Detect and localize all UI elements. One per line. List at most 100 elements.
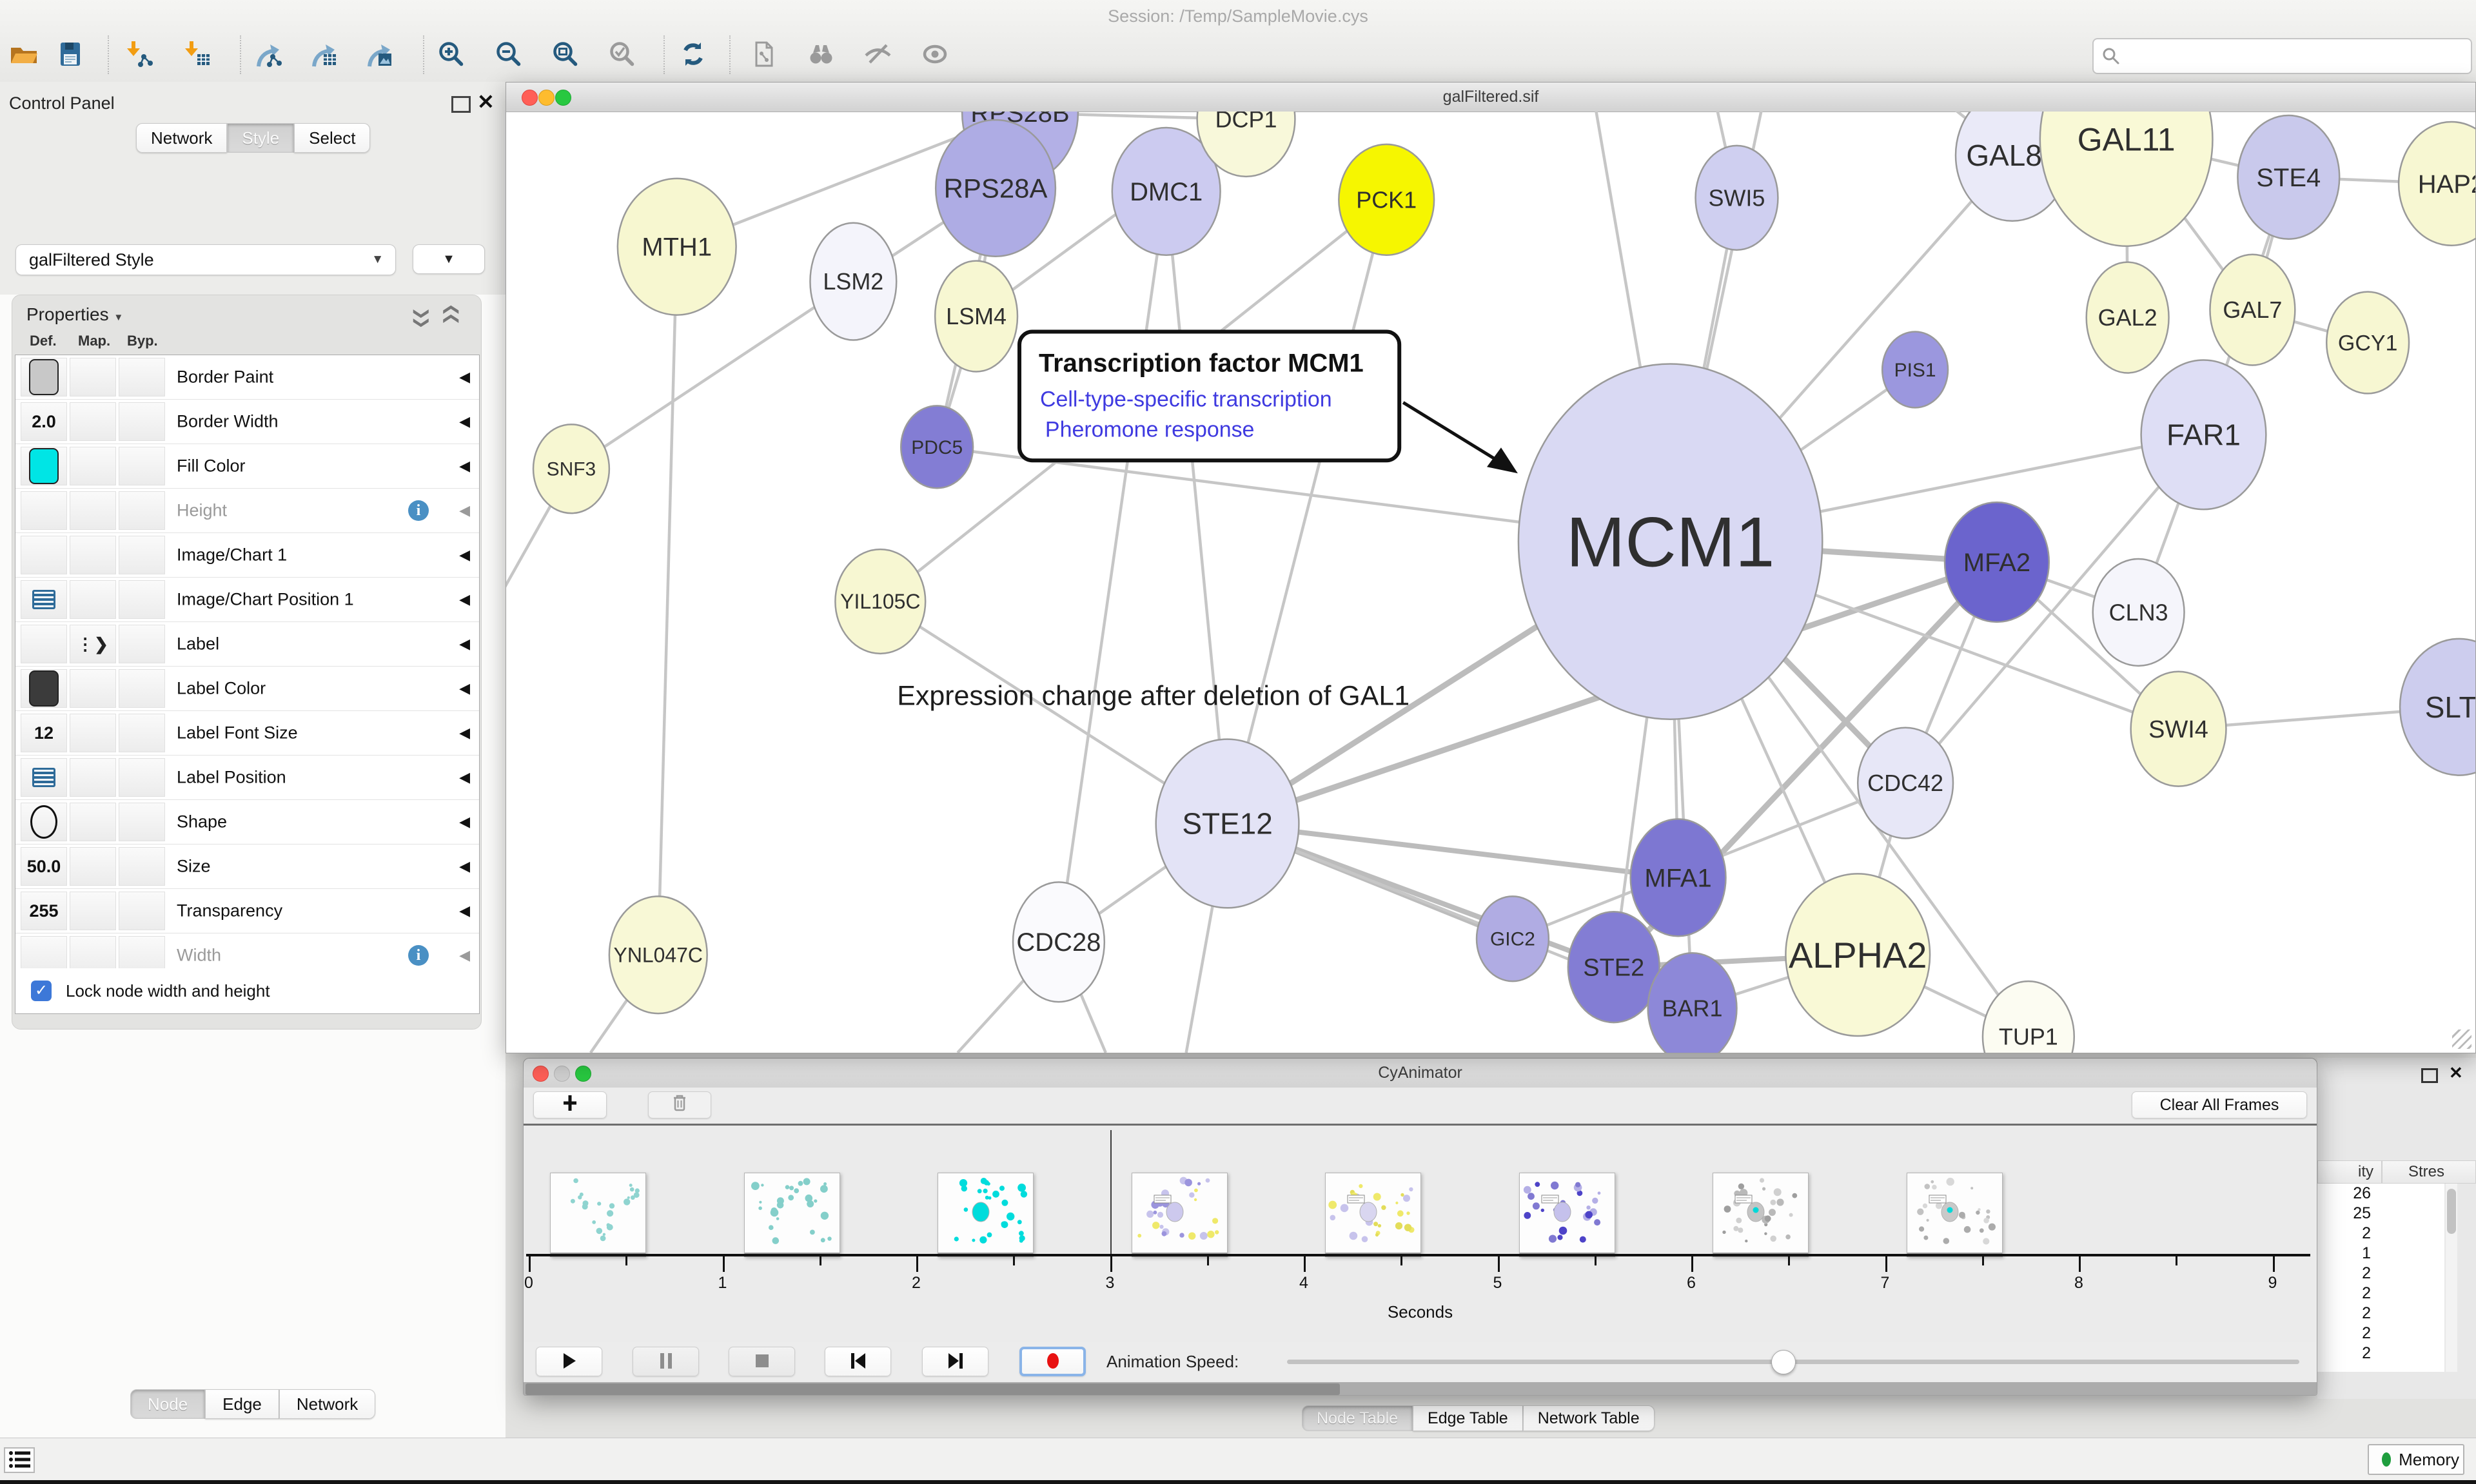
table-row[interactable]: 26 bbox=[2317, 1184, 2444, 1204]
expand-property-icon[interactable]: ◀ bbox=[459, 591, 470, 608]
float-window-icon[interactable] bbox=[451, 96, 471, 113]
expand-property-icon[interactable]: ◀ bbox=[459, 680, 470, 697]
save-session-button[interactable] bbox=[54, 38, 88, 72]
zoom-fit-button[interactable] bbox=[549, 38, 582, 72]
slider-handle[interactable] bbox=[1771, 1350, 1796, 1374]
expand-property-icon[interactable]: ◀ bbox=[459, 458, 470, 474]
search-binoculars-button[interactable] bbox=[804, 38, 838, 72]
add-frame-button[interactable] bbox=[533, 1091, 607, 1118]
tab-select[interactable]: Select bbox=[294, 123, 370, 153]
property-row-height[interactable]: Heighti◀ bbox=[15, 489, 479, 533]
minimize-window-button[interactable] bbox=[554, 1066, 570, 1082]
property-row-border-width[interactable]: 2.0Border Width◀ bbox=[15, 400, 479, 444]
open-session-button[interactable] bbox=[7, 38, 41, 72]
passthrough-mapping-icon[interactable]: ⋮❯ bbox=[77, 634, 109, 654]
property-row-image-chart-position-1[interactable]: Image/Chart Position 1◀ bbox=[15, 578, 479, 622]
animation-speed-slider[interactable] bbox=[1287, 1360, 2299, 1364]
property-row-image-chart-1[interactable]: Image/Chart 1◀ bbox=[15, 533, 479, 578]
show-panels-button[interactable] bbox=[4, 1447, 35, 1473]
info-icon[interactable]: i bbox=[408, 500, 429, 521]
hide-details-button[interactable] bbox=[861, 38, 894, 72]
property-row-label-font-size[interactable]: 12Label Font Size◀ bbox=[15, 711, 479, 756]
chevron-down-icon[interactable]: ▼ bbox=[113, 312, 123, 323]
frame-thumbnail-5[interactable] bbox=[1519, 1173, 1615, 1257]
default-value-swatch[interactable] bbox=[29, 359, 59, 395]
property-row-label-color[interactable]: Label Color◀ bbox=[15, 667, 479, 711]
table-row[interactable]: 2 bbox=[2317, 1323, 2444, 1343]
panel-tab-network[interactable]: Network bbox=[279, 1389, 375, 1419]
resize-grip[interactable] bbox=[2452, 1030, 2471, 1049]
expand-property-icon[interactable]: ◀ bbox=[459, 903, 470, 919]
zoom-out-button[interactable] bbox=[492, 38, 526, 72]
export-image-button[interactable] bbox=[362, 38, 396, 72]
record-button[interactable] bbox=[1019, 1347, 1086, 1376]
table-column-header[interactable]: ity bbox=[2317, 1160, 2382, 1184]
frame-thumbnail-4[interactable] bbox=[1325, 1173, 1421, 1257]
frame-thumbnail-6[interactable] bbox=[1713, 1173, 1809, 1257]
close-icon[interactable]: ✕ bbox=[2449, 1063, 2463, 1083]
annotation-callout[interactable]: Transcription factor MCM1Cell-type-speci… bbox=[1019, 332, 1518, 474]
expand-property-icon[interactable]: ◀ bbox=[459, 547, 470, 563]
dock-tab-node-table[interactable]: Node Table bbox=[1302, 1405, 1413, 1431]
info-icon[interactable]: i bbox=[408, 945, 429, 966]
memory-status-button[interactable]: Memory bbox=[2368, 1444, 2464, 1475]
go-to-start-button[interactable] bbox=[825, 1347, 891, 1376]
table-row[interactable]: 25 bbox=[2317, 1204, 2444, 1224]
network-canvas[interactable]: RPS28BRPS28ADMC1DCP1PCK1MTH1LSM2LSM4SNF3… bbox=[506, 112, 2475, 1053]
expand-property-icon[interactable]: ◀ bbox=[459, 858, 470, 875]
property-row-shape[interactable]: Shape◀ bbox=[15, 800, 479, 845]
clear-all-frames-button[interactable]: Clear All Frames bbox=[2132, 1091, 2307, 1118]
close-window-button[interactable] bbox=[533, 1066, 549, 1082]
zoom-window-button[interactable] bbox=[555, 90, 571, 106]
position-icon[interactable] bbox=[32, 590, 55, 609]
expand-property-icon[interactable]: ◀ bbox=[459, 413, 470, 430]
annotation-link[interactable]: Pheromone response bbox=[1045, 417, 1255, 442]
minimize-window-button[interactable] bbox=[538, 90, 555, 106]
default-value[interactable]: 50.0 bbox=[27, 857, 61, 877]
play-button[interactable] bbox=[536, 1347, 602, 1376]
zoom-selected-button[interactable] bbox=[605, 38, 639, 72]
dock-tab-edge-table[interactable]: Edge Table bbox=[1413, 1405, 1523, 1431]
frame-thumbnail-3[interactable] bbox=[1132, 1173, 1228, 1257]
table-row[interactable]: 2 bbox=[2317, 1303, 2444, 1323]
panel-tab-edge[interactable]: Edge bbox=[205, 1389, 279, 1419]
timeline-playhead[interactable] bbox=[1110, 1130, 1112, 1254]
export-network-button[interactable] bbox=[251, 38, 285, 72]
property-row-label[interactable]: ⋮❯Label◀ bbox=[15, 622, 479, 667]
frame-thumbnail-0[interactable] bbox=[550, 1173, 646, 1257]
default-value-swatch[interactable] bbox=[29, 670, 59, 707]
timeline-horizontal-scrollbar[interactable] bbox=[524, 1382, 2317, 1396]
zoom-window-button[interactable] bbox=[575, 1066, 591, 1082]
table-row[interactable]: 2 bbox=[2317, 1224, 2444, 1244]
style-options-button[interactable]: ▼ bbox=[413, 244, 485, 274]
style-selector[interactable]: galFiltered Style ▼ bbox=[15, 244, 396, 275]
table-row[interactable]: 2 bbox=[2317, 1343, 2444, 1363]
property-row-fill-color[interactable]: Fill Color◀ bbox=[15, 444, 479, 489]
dock-tab-network-table[interactable]: Network Table bbox=[1523, 1405, 1655, 1431]
property-row-label-position[interactable]: Label Position◀ bbox=[15, 756, 479, 800]
collapse-all-icon[interactable]: ❯❯ bbox=[412, 307, 431, 325]
expand-property-icon[interactable]: ◀ bbox=[459, 502, 470, 519]
annotation-link[interactable]: Cell-type-specific transcription bbox=[1040, 387, 1332, 411]
zoom-in-button[interactable] bbox=[435, 38, 468, 72]
import-network-button[interactable] bbox=[123, 38, 156, 72]
expand-property-icon[interactable]: ◀ bbox=[459, 814, 470, 830]
expand-property-icon[interactable]: ◀ bbox=[459, 725, 470, 741]
pause-button[interactable] bbox=[633, 1347, 699, 1376]
table-row[interactable]: 2 bbox=[2317, 1284, 2444, 1303]
tab-network[interactable]: Network bbox=[136, 123, 227, 153]
tab-style[interactable]: Style bbox=[227, 123, 294, 153]
float-window-icon[interactable] bbox=[2421, 1068, 2438, 1083]
property-row-size[interactable]: 50.0Size◀ bbox=[15, 845, 479, 889]
search-field[interactable] bbox=[2092, 38, 2472, 74]
close-window-button[interactable] bbox=[522, 90, 538, 106]
property-row-border-paint[interactable]: Border Paint◀ bbox=[15, 355, 479, 400]
expand-all-icon[interactable]: ❯❯ bbox=[440, 307, 459, 325]
table-row[interactable]: 2 bbox=[2317, 1264, 2444, 1284]
show-details-button[interactable] bbox=[918, 38, 952, 72]
position-icon[interactable] bbox=[32, 768, 55, 787]
close-icon[interactable]: ✕ bbox=[477, 90, 495, 114]
stop-button[interactable] bbox=[729, 1347, 795, 1376]
export-table-button[interactable] bbox=[307, 38, 340, 72]
frame-thumbnail-1[interactable] bbox=[744, 1173, 840, 1257]
